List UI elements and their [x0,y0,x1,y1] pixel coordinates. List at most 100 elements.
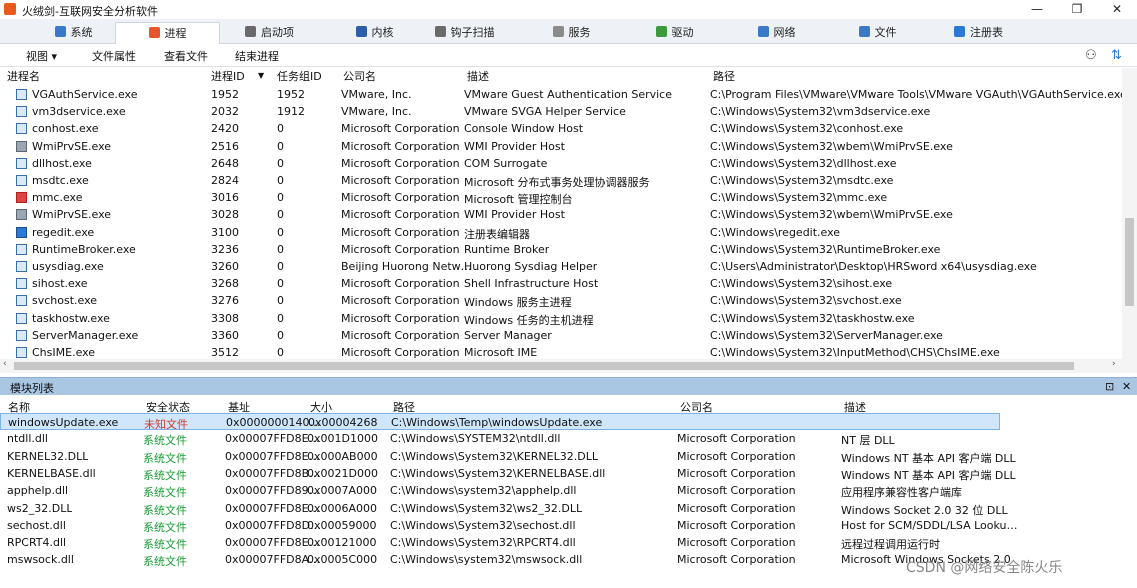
window-process-icon [16,89,27,100]
minimize-button[interactable]: — [1017,0,1057,19]
module-panel-header: 模块列表 ⊡ ✕ [0,377,1137,395]
description: COM Surrogate [464,156,548,170]
tab-windows[interactable]: 进程 [115,22,220,45]
module-company: Microsoft Corporation [677,553,796,567]
file-properties-button[interactable]: 文件属性 [92,48,136,64]
module-path: C:\Windows\System32\sechost.dll [390,518,576,532]
view-menu-button[interactable]: 视图 ▾ [26,48,57,64]
module-row[interactable]: windowsUpdate.exe 未知文件 0x0000000140… 0x0000… [0,413,1000,431]
process-id: 3236 [211,242,239,256]
company-name: Microsoft Corporation [341,139,460,153]
col-process-name[interactable]: 进程名 [7,68,40,85]
panel-close-icon[interactable]: ✕ [1122,380,1131,393]
tab-label: 网络 [773,26,796,39]
base-address: 0x00007FFD8E… [225,449,320,463]
monitor-icon [54,26,66,37]
end-process-button[interactable]: 结束进程 [235,48,279,64]
process-path: C:\Windows\System32\sihost.exe [710,277,893,291]
process-id: 3260 [211,260,239,273]
process-row[interactable]: ServerManager.exe 3360 0 Microsoft Corporat… [0,327,1120,344]
description: Huorong Sysdiag Helper [464,260,598,273]
module-path: C:\Windows\System32\KERNELBASE.dll [390,466,606,480]
tab-registry[interactable]: 注册表 [927,22,1030,43]
description: Windows 服务主进程 [464,296,572,310]
module-company: Microsoft Corporation [677,484,796,498]
process-row[interactable]: WmiPrvSE.exe 2516 0 Microsoft Corporation WM… [0,138,1120,155]
process-row[interactable]: msdtc.exe 2824 0 Microsoft Corporation Micro… [0,172,1120,189]
scrollbar-thumb[interactable] [1125,218,1134,306]
security-status: 系统文件 [143,503,187,517]
module-row[interactable]: ntdll.dll 系统文件 0x00007FFD8E… 0x001D1000 C:\W… [0,430,1120,447]
maximize-button[interactable]: ❐ [1057,0,1097,19]
process-name: VGAuthService.exe [32,88,138,101]
process-row[interactable]: vm3dservice.exe 2032 1912 VMware, Inc. VMwar… [0,103,1120,120]
process-vertical-scrollbar[interactable] [1122,68,1137,373]
process-row[interactable]: sihost.exe 3268 0 Microsoft Corporation Shel… [0,275,1120,292]
module-row[interactable]: apphelp.dll 系统文件 0x00007FFD89… 0x0007A000 C:… [0,482,1120,499]
module-row[interactable]: KERNEL32.DLL 系统文件 0x00007FFD8E… 0x000AB000 C… [0,448,1120,465]
scrollbar-thumb[interactable] [14,362,1074,370]
module-row[interactable]: KERNELBASE.dll 系统文件 0x00007FFD8B… 0x0021D00… [0,465,1120,482]
process-name: ServerManager.exe [32,328,139,342]
tab-label: 系统 [70,26,93,39]
process-horizontal-scrollbar[interactable]: ‹ › [0,359,1122,373]
company-name: Beijing Huorong Netw… [341,260,472,273]
col-company[interactable]: 公司名 [343,68,376,85]
process-row[interactable]: usysdiag.exe 3260 0 Beijing Huorong Netw… Hu… [0,258,1120,275]
task-group-id: 1912 [277,105,305,119]
tab-kernel[interactable]: 内核 [323,22,426,43]
module-path: C:\Windows\system32\apphelp.dll [390,484,577,498]
col-path[interactable]: 路径 [713,68,735,85]
description: Shell Infrastructure Host [464,277,599,291]
security-status: 系统文件 [143,555,187,569]
process-row[interactable]: mmc.exe 3016 0 Microsoft Corporation Microso… [0,189,1120,206]
process-id: 3308 [211,311,239,325]
module-size: 0x00004268 [308,416,378,429]
module-path: C:\Windows\System32\KERNEL32.DLL [390,449,598,463]
process-id: 3268 [211,277,239,291]
refresh-icon[interactable]: ⇅ [1111,48,1122,63]
module-company: Microsoft Corporation [677,466,796,480]
pin-icon[interactable]: ⊡ [1105,380,1114,393]
window-process-icon [16,278,27,290]
col-description[interactable]: 描述 [467,68,489,85]
process-row[interactable]: RuntimeBroker.exe 3236 0 Microsoft Corporat… [0,241,1120,258]
tab-monitor[interactable]: 系统 [22,22,125,43]
tab-file[interactable]: 文件 [826,22,929,43]
binoculars-icon[interactable]: ⚇ [1085,48,1097,63]
col-pid[interactable]: 进程ID [211,68,245,85]
module-row[interactable]: ws2_32.DLL 系统文件 0x00007FFD8E… 0x0006A000 C:\… [0,500,1120,517]
scroll-right-icon[interactable]: › [1112,359,1116,369]
process-row[interactable]: VGAuthService.exe 1952 1952 VMware, Inc. VMw… [0,86,1127,103]
close-button[interactable]: ✕ [1097,0,1137,19]
process-row[interactable]: WmiPrvSE.exe 3028 0 Microsoft Corporation WM… [0,206,1120,223]
process-row[interactable]: svchost.exe 3276 0 Microsoft Corporation Win… [0,292,1120,309]
module-description: Windows Socket 2.0 32 位 DLL [841,503,1008,517]
module-row[interactable]: RPCRT4.dll 系统文件 0x00007FFD8E… 0x00121000 C:\… [0,534,1120,551]
process-row[interactable]: taskhostw.exe 3308 0 Microsoft Corporation W… [0,310,1120,327]
flame-logo-icon [4,3,16,15]
module-row[interactable]: sechost.dll 系统文件 0x00007FFD8D… 0x00059000 C:… [0,517,1120,534]
scroll-left-icon[interactable]: ‹ [3,359,7,369]
startup-icon [245,26,256,37]
process-row[interactable]: conhost.exe 2420 0 Microsoft Corporation Con… [0,120,1120,137]
module-name: apphelp.dll [7,484,69,498]
module-path: C:\Windows\System32\RPCRT4.dll [390,536,576,550]
tab-label: 注册表 [970,26,1003,39]
company-name: Microsoft Corporation [341,122,460,136]
tab-network[interactable]: 网络 [725,22,828,43]
module-size: 0x000AB000 [307,449,378,463]
process-row[interactable]: dllhost.exe 2648 0 Microsoft Corporation COM… [0,155,1120,172]
tab-startup[interactable]: 启动项 [218,22,321,43]
security-status: 系统文件 [143,520,187,534]
base-address: 0x00007FFD8E… [225,501,320,515]
tab-hook[interactable]: 钩子扫描 [413,22,516,43]
tab-driver[interactable]: 驱动 [623,22,726,43]
tab-service[interactable]: 服务 [520,22,623,43]
view-file-button[interactable]: 查看文件 [164,48,208,64]
col-task-group-id[interactable]: 任务组ID [277,68,322,85]
tab-label: 进程 [164,27,187,40]
process-name: WmiPrvSE.exe [32,139,112,153]
process-row[interactable]: regedit.exe 3100 0 Microsoft Corporation 注册表… [0,224,1120,241]
file-icon [858,26,870,37]
